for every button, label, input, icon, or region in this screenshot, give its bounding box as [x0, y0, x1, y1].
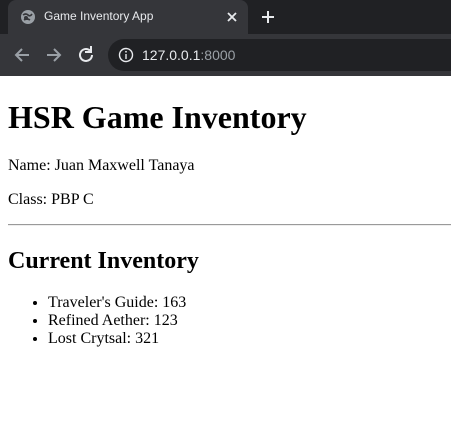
plus-icon [262, 11, 274, 23]
browser-tab[interactable]: Game Inventory App [8, 0, 248, 34]
page-title: HSR Game Inventory [8, 99, 307, 135]
tab-title: Game Inventory App [44, 9, 154, 23]
browser-toolbar: 127.0.0.1:8000 [0, 34, 451, 76]
reload-icon [79, 46, 93, 62]
url-text[interactable]: 127.0.0.1:8000 [142, 47, 235, 63]
url-port: :8000 [200, 47, 236, 63]
name-line: Name: Juan Maxwell Tanaya [8, 157, 195, 174]
list-item: Lost Crytsal: 321 [48, 330, 186, 348]
back-button[interactable] [11, 44, 33, 66]
browser-tabstrip: Game Inventory App [0, 0, 451, 34]
class-line: Class: PBP C [8, 191, 94, 208]
page-content: HSR Game Inventory Name: Juan Maxwell Ta… [0, 76, 451, 428]
close-icon[interactable] [224, 9, 240, 25]
list-item: Refined Aether: 123 [48, 312, 186, 330]
inventory-list: Traveler's Guide: 163 Refined Aether: 12… [8, 294, 186, 348]
forward-button[interactable] [43, 44, 65, 66]
new-tab-button[interactable] [258, 7, 278, 27]
info-icon[interactable] [118, 47, 134, 63]
globe-icon [20, 9, 36, 25]
divider [8, 224, 451, 226]
inventory-heading: Current Inventory [8, 248, 199, 274]
arrow-right-icon [47, 48, 62, 62]
url-host: 127.0.0.1 [142, 47, 201, 63]
arrow-left-icon [14, 48, 29, 62]
list-item: Traveler's Guide: 163 [48, 294, 186, 312]
reload-button[interactable] [75, 44, 97, 66]
address-bar[interactable]: 127.0.0.1:8000 [108, 39, 451, 71]
